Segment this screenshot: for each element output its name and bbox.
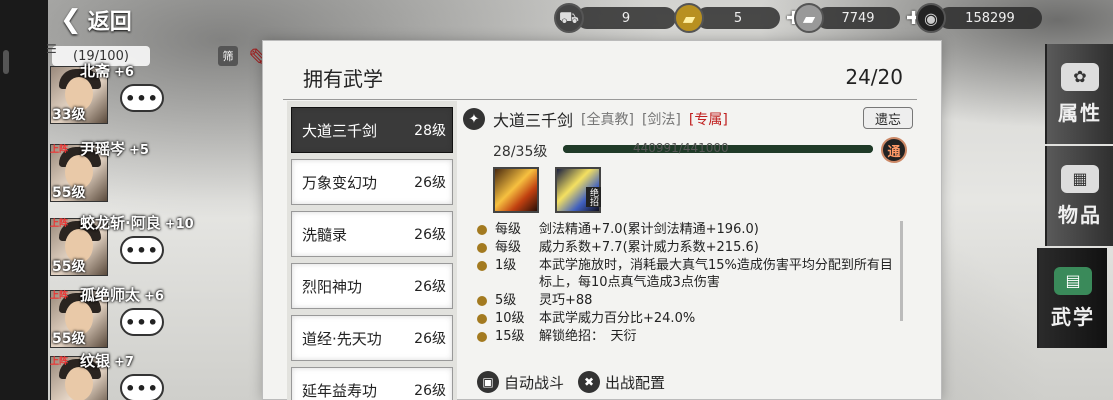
skill-list: 大道三千剑 28级 万象变幻功 26级 洗髓录 26级 烈阳神功 26级 道经·先天功 2… <box>287 101 457 400</box>
level-dot-icon <box>477 296 487 306</box>
deployed-badge: 上阵 <box>50 291 69 301</box>
type-tag: [剑法] <box>641 112 681 128</box>
auto-battle-button[interactable]: ▣ 自动战斗 <box>477 371 564 393</box>
cart-icon: ⛟ <box>554 3 584 33</box>
attribute-icon: ✿ <box>1061 62 1099 91</box>
panel-title: 拥有武学 <box>303 67 383 91</box>
coin-icon: ◉ <box>916 3 946 33</box>
currency-silver: ▰ 7749 ✚ <box>794 3 921 33</box>
side-tabs: ✿ 属性 ▦ 物品 ▤ 武学 <box>1037 40 1113 400</box>
effect-row: 15级 解锁绝招： 天衍 <box>477 328 897 345</box>
level-dot-icon <box>477 261 487 271</box>
deploy-config-button[interactable]: ✖ 出战配置 <box>578 371 665 393</box>
character-level: 55级 <box>52 259 86 275</box>
character-card[interactable]: 上阵 尹瑶岑 +5 55级 <box>48 140 168 202</box>
chat-bubble-icon[interactable]: ••• <box>120 374 164 400</box>
character-name: 北斋 +6 <box>80 62 134 80</box>
tab-items[interactable]: ▦ 物品 <box>1045 146 1113 246</box>
level-dot-icon <box>477 332 487 342</box>
breakthrough-button[interactable]: 通 <box>881 137 907 163</box>
ultimate-slot[interactable]: 绝招 <box>555 167 601 213</box>
character-card[interactable]: 上阵 纹银 +7 ••• <box>48 352 168 400</box>
skill-detail: ✦ 大道三千剑 [全真教] [剑法] [专属] 遗忘 28/35级 440991… <box>463 101 913 400</box>
currency-silver-value: 7749 <box>816 7 900 29</box>
bottom-actions: ▣ 自动战斗 ✖ 出战配置 <box>477 371 665 393</box>
exp-text: 440991/441000 <box>633 141 729 155</box>
deployed-badge: 上阵 <box>50 219 69 229</box>
effect-row: 每级 剑法精通+7.0(累计剑法精通+196.0) <box>477 221 897 238</box>
martial-book-icon: ▤ <box>1054 266 1092 295</box>
chat-bubble-icon[interactable]: ••• <box>120 236 164 264</box>
deployed-badge: 上阵 <box>50 357 69 367</box>
device-edge <box>0 0 48 400</box>
skill-slot[interactable] <box>493 167 539 213</box>
back-label: 返回 <box>87 10 132 35</box>
sect-tag: [全真教] <box>581 112 634 128</box>
deploy-config-icon: ✖ <box>578 371 601 393</box>
skill-capacity: 24/20 <box>845 65 903 89</box>
character-name: 尹瑶岑 +5 <box>80 140 149 158</box>
tab-martial-arts[interactable]: ▤ 武学 <box>1037 248 1107 348</box>
character-level: 33级 <box>52 107 86 123</box>
currency-gold-value: 5 <box>696 7 780 29</box>
chat-bubble-icon[interactable]: ••• <box>120 84 164 112</box>
silver-ingot-icon: ▰ <box>794 3 824 33</box>
effect-row: 1级 本武学施放时，消耗最大真气15%造成伤害平均分配到所有目标上，每10点真气造… <box>477 257 897 291</box>
currency-cart: ⛟ 9 <box>554 3 676 33</box>
martial-arts-panel: 拥有武学 24/20 大道三千剑 28级 万象变幻功 26级 洗髓录 26级 烈阳神功… <box>262 40 942 400</box>
ultimate-label: 绝招 <box>586 187 601 207</box>
skill-header: ✦ 大道三千剑 [全真教] [剑法] [专属] <box>463 107 728 131</box>
skill-item[interactable]: 大道三千剑 28级 <box>291 107 453 153</box>
forget-button[interactable]: 遗忘 <box>863 107 913 129</box>
skill-name: 大道三千剑 <box>493 111 574 130</box>
group-icon: ☰ <box>46 42 57 56</box>
character-name: 孤绝师太 +6 <box>80 286 164 304</box>
currency-coin: ◉ 158299 <box>916 3 1042 33</box>
effect-row: 10级 本武学威力百分比+24.0% <box>477 310 897 327</box>
skill-item[interactable]: 万象变幻功 26级 <box>291 159 453 205</box>
sword-emblem-icon: ✦ <box>463 108 485 130</box>
auto-battle-icon: ▣ <box>477 371 499 393</box>
character-card[interactable]: 上阵 孤绝师太 +6 55级 ••• <box>48 286 168 348</box>
effect-row: 每级 威力系数+7.7(累计威力系数+215.6) <box>477 239 897 256</box>
effect-row: 5级 灵巧+88 <box>477 292 897 309</box>
item-box-icon: ▦ <box>1061 164 1099 193</box>
currency-cart-value: 9 <box>576 7 676 29</box>
skill-item[interactable]: 烈阳神功 26级 <box>291 263 453 309</box>
skill-item[interactable]: 道经·先天功 26级 <box>291 315 453 361</box>
effect-scrollbar[interactable] <box>900 221 903 321</box>
character-name: 蛟龙斩·阿良 +10 <box>80 214 194 232</box>
character-level: 55级 <box>52 331 86 347</box>
level-dot-icon <box>477 314 487 324</box>
deployed-badge: 上阵 <box>50 145 69 155</box>
character-card[interactable]: 北斋 +6 33级 ••• <box>48 62 168 124</box>
divider <box>283 99 917 100</box>
level-dot-icon <box>477 243 487 253</box>
filter-button[interactable]: 筛 <box>218 46 238 66</box>
exclusive-tag: [专属] <box>688 112 728 128</box>
device-notch <box>3 50 9 74</box>
skill-level: 28/35级 <box>493 144 548 160</box>
character-card[interactable]: 上阵 蛟龙斩·阿良 +10 55级 ••• <box>48 214 194 276</box>
currency-gold: ▰ 5 ✚ <box>674 3 801 33</box>
skill-item[interactable]: 洗髓录 26级 <box>291 211 453 257</box>
back-button[interactable]: ❮ 返回 <box>60 4 132 36</box>
chat-bubble-icon[interactable]: ••• <box>120 308 164 336</box>
gold-ingot-icon: ▰ <box>674 3 704 33</box>
chevron-left-icon: ❮ <box>60 5 82 35</box>
effect-list: 每级 剑法精通+7.0(累计剑法精通+196.0) 每级 威力系数+7.7(累计威力… <box>477 221 897 346</box>
currency-coin-value: 158299 <box>938 7 1042 29</box>
character-level: 55级 <box>52 185 86 201</box>
tab-attributes[interactable]: ✿ 属性 <box>1045 44 1113 144</box>
skill-item[interactable]: 延年益寿功 26级 <box>291 367 453 400</box>
level-dot-icon <box>477 225 487 235</box>
character-name: 纹银 +7 <box>80 352 134 370</box>
